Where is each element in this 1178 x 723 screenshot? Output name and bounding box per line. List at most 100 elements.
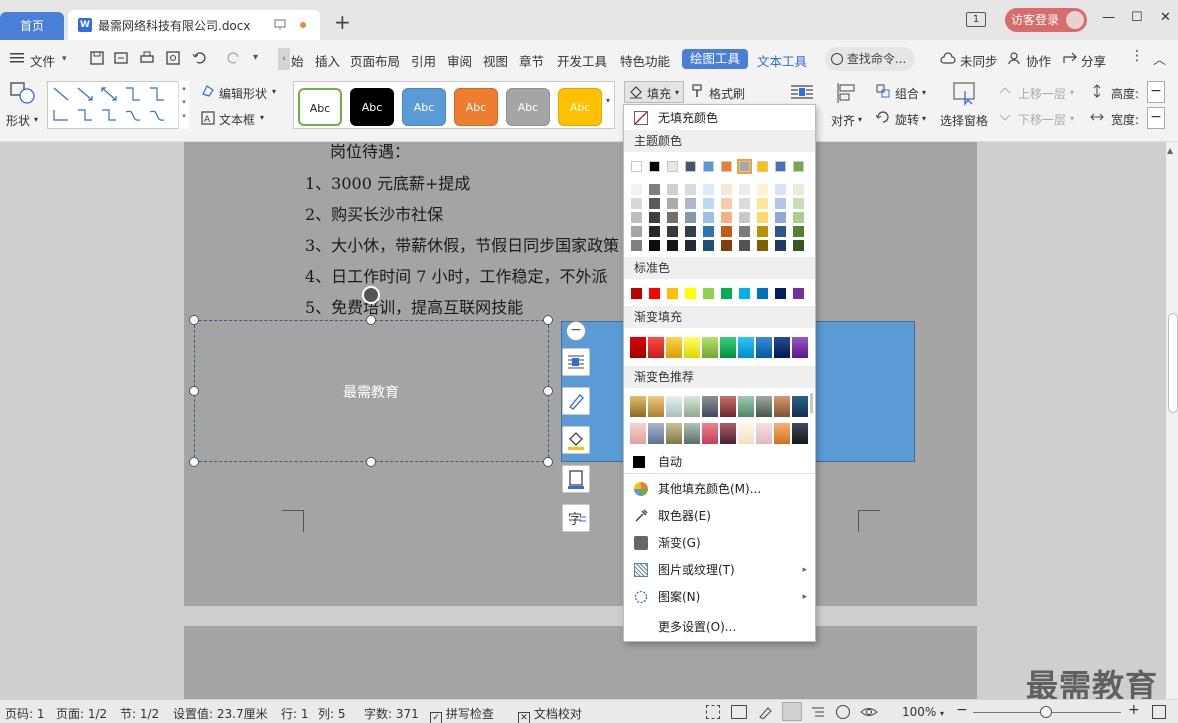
- theme-shade-swatch[interactable]: [739, 226, 750, 237]
- theme-shade-swatch[interactable]: [793, 240, 804, 251]
- gradient-fill-swatch[interactable]: [774, 337, 790, 358]
- theme-shade-swatch[interactable]: [649, 212, 660, 223]
- eye-protection-icon[interactable]: [860, 705, 878, 719]
- theme-shade-swatch[interactable]: [775, 226, 786, 237]
- send-backward-button[interactable]: 下移一层: [1018, 111, 1066, 128]
- preview-icon[interactable]: [166, 51, 180, 65]
- theme-color-swatch[interactable]: [737, 159, 752, 174]
- theme-shade-swatch[interactable]: [757, 240, 768, 251]
- collapse-ribbon-icon[interactable]: ︿: [1153, 49, 1166, 68]
- page-view-icon[interactable]: [782, 702, 802, 721]
- theme-shade-swatch[interactable]: [649, 198, 660, 209]
- gradient-recommend-swatch[interactable]: [648, 423, 664, 444]
- gradient-recommend-swatch[interactable]: [684, 396, 700, 417]
- bring-forward-button[interactable]: 上移一层: [1018, 85, 1066, 102]
- theme-shade-swatch[interactable]: [793, 226, 804, 237]
- theme-shade-swatch[interactable]: [649, 240, 660, 251]
- gallery-scroll[interactable]: ▴ ▾ ▾: [178, 81, 189, 129]
- theme-shade-swatch[interactable]: [775, 198, 786, 209]
- minimize-button[interactable]: —: [1102, 10, 1115, 25]
- style-swatch-gold[interactable]: Abc: [558, 88, 602, 126]
- theme-shade-swatch[interactable]: [667, 212, 678, 223]
- picture-texture-item[interactable]: 图片或纹理(T) ▸: [624, 557, 815, 583]
- gradient-fill-swatch[interactable]: [756, 337, 772, 358]
- fill-bucket-icon[interactable]: [562, 426, 590, 454]
- print-icon[interactable]: [140, 51, 154, 65]
- write-mode-icon[interactable]: [758, 705, 774, 719]
- standard-color-swatch[interactable]: [793, 288, 804, 299]
- theme-shade-swatch[interactable]: [685, 240, 696, 251]
- status-page-number[interactable]: 页码: 1: [5, 705, 45, 722]
- status-row[interactable]: 行: 1: [281, 705, 309, 722]
- theme-shade-swatch[interactable]: [721, 226, 732, 237]
- status-word-count[interactable]: 字数: 371: [364, 705, 419, 722]
- theme-shade-swatch[interactable]: [739, 184, 750, 195]
- theme-shade-swatch[interactable]: [631, 184, 642, 195]
- auto-color-item[interactable]: 自动: [624, 449, 815, 475]
- theme-shade-swatch[interactable]: [667, 198, 678, 209]
- theme-shade-swatch[interactable]: [649, 226, 660, 237]
- theme-shade-swatch[interactable]: [631, 198, 642, 209]
- gradient-recommend-swatch[interactable]: [702, 396, 718, 417]
- style-swatch-gray[interactable]: Abc: [506, 88, 550, 126]
- rotate-handle-icon[interactable]: [362, 286, 380, 304]
- width-stepper[interactable]: −: [1147, 107, 1165, 129]
- menu-view[interactable]: 视图: [483, 51, 508, 70]
- resize-handle[interactable]: [543, 315, 553, 325]
- fullscreen-icon[interactable]: [706, 705, 720, 719]
- status-page[interactable]: 页面: 1/2: [56, 705, 107, 722]
- gradient-recommend-swatch[interactable]: [666, 396, 682, 417]
- theme-shade-swatch[interactable]: [631, 226, 642, 237]
- standard-color-swatch[interactable]: [631, 288, 642, 299]
- redo-icon[interactable]: [227, 51, 241, 65]
- selection-pane-button[interactable]: 选择窗格: [940, 112, 988, 129]
- maximize-button[interactable]: ☐: [1131, 10, 1143, 25]
- theme-shade-swatch[interactable]: [649, 184, 660, 195]
- resize-handle[interactable]: [189, 386, 199, 396]
- theme-color-swatch[interactable]: [649, 161, 660, 172]
- collab-button[interactable]: 协作: [1026, 51, 1051, 70]
- vertical-scrollbar[interactable]: [1166, 142, 1178, 699]
- spellcheck-button[interactable]: ✓ 拼写检查: [430, 705, 494, 723]
- eyedropper-item[interactable]: 取色器(E): [624, 503, 815, 529]
- gradient-recommend-swatch[interactable]: [684, 423, 700, 444]
- gradient-fill-swatch[interactable]: [648, 337, 664, 358]
- theme-color-swatch[interactable]: [775, 161, 786, 172]
- wrap-text-icon[interactable]: [790, 84, 814, 102]
- theme-shade-swatch[interactable]: [703, 240, 714, 251]
- tab-drawing-tools[interactable]: 绘图工具: [682, 49, 749, 69]
- resize-handle[interactable]: [366, 457, 376, 467]
- more-fill-colors-item[interactable]: 其他填充颜色(M)...: [624, 476, 815, 502]
- theme-shade-swatch[interactable]: [685, 212, 696, 223]
- gradient-fill-swatch[interactable]: [684, 337, 700, 358]
- theme-shade-swatch[interactable]: [757, 212, 768, 223]
- theme-shade-swatch[interactable]: [631, 212, 642, 223]
- theme-shade-swatch[interactable]: [775, 184, 786, 195]
- textbox-button[interactable]: 文本框: [219, 111, 255, 128]
- theme-color-swatch[interactable]: [667, 161, 678, 172]
- theme-shade-swatch[interactable]: [793, 198, 804, 209]
- collapse-toolbar-icon[interactable]: −: [566, 321, 586, 341]
- menu-references[interactable]: 引用: [411, 51, 436, 70]
- gradient-recommend-swatch[interactable]: [702, 423, 718, 444]
- gradient-recommend-swatch[interactable]: [648, 396, 664, 417]
- theme-shade-swatch[interactable]: [721, 198, 732, 209]
- standard-color-swatch[interactable]: [739, 288, 750, 299]
- text-wrap-icon[interactable]: 字: [562, 504, 590, 532]
- resize-handle[interactable]: [189, 457, 199, 467]
- zoom-out-button[interactable]: −: [956, 702, 968, 718]
- gradient-recommend-swatch[interactable]: [756, 396, 772, 417]
- group-button[interactable]: 组合: [895, 85, 919, 102]
- gradient-recommend-swatch[interactable]: [630, 396, 646, 417]
- gradient-recommend-swatch[interactable]: [792, 396, 808, 417]
- scroll-left-icon[interactable]: ‹: [278, 48, 290, 70]
- zoom-in-button[interactable]: +: [1128, 702, 1140, 718]
- menu-start[interactable]: 始: [291, 51, 304, 70]
- monitor-icon[interactable]: [274, 19, 286, 31]
- fill-button[interactable]: 填充 ▾: [624, 81, 684, 103]
- tab-text-tools[interactable]: 文本工具: [757, 51, 807, 70]
- sync-status[interactable]: 未同步: [960, 51, 998, 70]
- more-icon[interactable]: ⋮: [1130, 48, 1144, 64]
- theme-shade-swatch[interactable]: [631, 240, 642, 251]
- layout-options-icon[interactable]: [562, 348, 590, 376]
